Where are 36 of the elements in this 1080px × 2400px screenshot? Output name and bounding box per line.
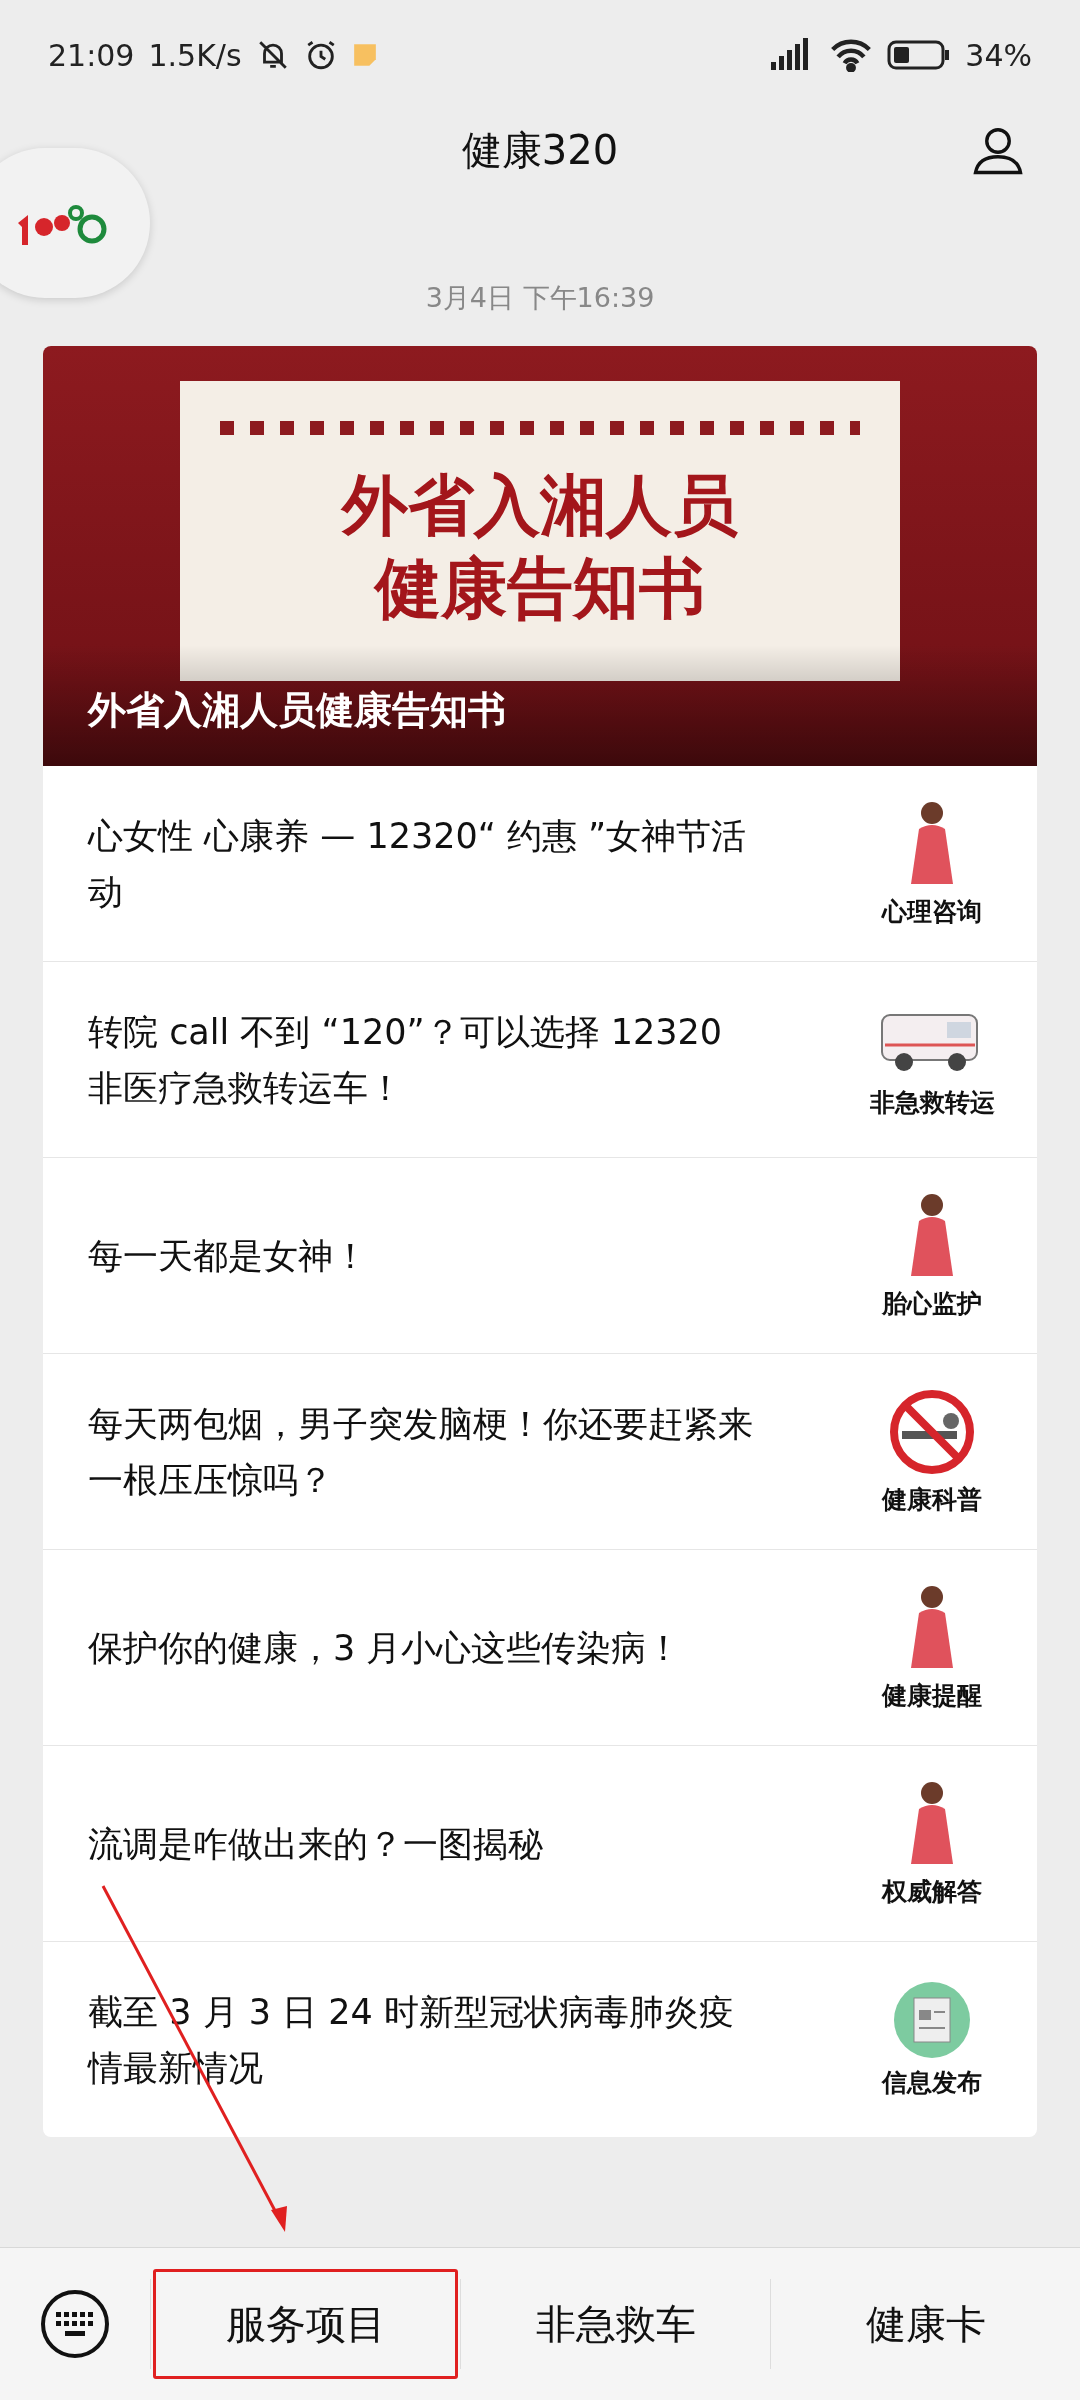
network-speed: 1.5K/s	[148, 37, 242, 73]
battery-icon	[887, 40, 952, 70]
menu-button[interactable]: 健康卡	[773, 2269, 1078, 2379]
article-title: 流调是咋做出来的？一图揭秘	[88, 1822, 544, 1866]
article-title: 保护你的健康，3 月小心这些传染病！	[88, 1626, 683, 1670]
menu-button[interactable]: 服务项目	[153, 2269, 458, 2379]
article-title: 每一天都是女神！	[88, 1234, 369, 1278]
article-title: 心女性 心康养 — 12320“ 约惠 ”女神节活动	[88, 814, 748, 914]
thumbnail-label: 信息发布	[882, 2067, 982, 2099]
newspaper-icon	[892, 1980, 972, 2060]
thumbnail-label: 非急救转运	[869, 1087, 995, 1119]
article-item[interactable]: 转院 call 不到 “120”？可以选择 12320 非医疗急救转运车！ 非急救转运	[43, 962, 1037, 1158]
thumbnail-label: 权威解答	[882, 1876, 982, 1908]
article-title: 每天两包烟，男子突发脑梗！你还要赶紧来一根压压惊吗？	[88, 1402, 754, 1502]
article-item[interactable]: 流调是咋做出来的？一图揭秘 权威解答	[43, 1746, 1037, 1942]
account-title: 健康320	[461, 125, 619, 175]
menu-button[interactable]: 非急救车	[463, 2269, 768, 2379]
clock-time: 21:09	[48, 37, 135, 73]
message-timestamp: 3月4日 下午16:39	[424, 281, 656, 315]
cover-banner[interactable]: 外省入湘人员 健康告知书 外省入湘人员健康告知书	[43, 346, 1037, 766]
thumbnail-label: 健康科普	[882, 1484, 982, 1516]
no-smoking-icon	[887, 1387, 977, 1477]
thumbnail-label: 心理咨询	[882, 896, 982, 928]
note-icon	[351, 42, 378, 68]
article-title: 转院 call 不到 “120”？可以选择 12320 非医疗急救转运车！	[88, 1010, 724, 1110]
article-item[interactable]: 每一天都是女神！ 胎心监护	[43, 1158, 1037, 1354]
thumbnail-label: 胎心监护	[882, 1288, 982, 1320]
article-item[interactable]: 心女性 心康养 — 12320“ 约惠 ”女神节活动 心理咨询	[43, 766, 1037, 962]
poster-heading: 外省入湘人员	[342, 466, 738, 546]
poster-heading: 健康告知书	[375, 548, 705, 629]
keyboard-icon[interactable]	[39, 2288, 111, 2360]
thumbnail-label: 健康提醒	[882, 1680, 982, 1712]
article-item[interactable]: 每天两包烟，男子突发脑梗！你还要赶紧来一根压压惊吗？ 健康科普	[43, 1354, 1037, 1550]
article-item[interactable]: 保护你的健康，3 月小心这些传染病！ 健康提醒	[43, 1550, 1037, 1746]
battery-percent: 34%	[965, 37, 1032, 73]
logo-bubble[interactable]	[0, 148, 150, 298]
